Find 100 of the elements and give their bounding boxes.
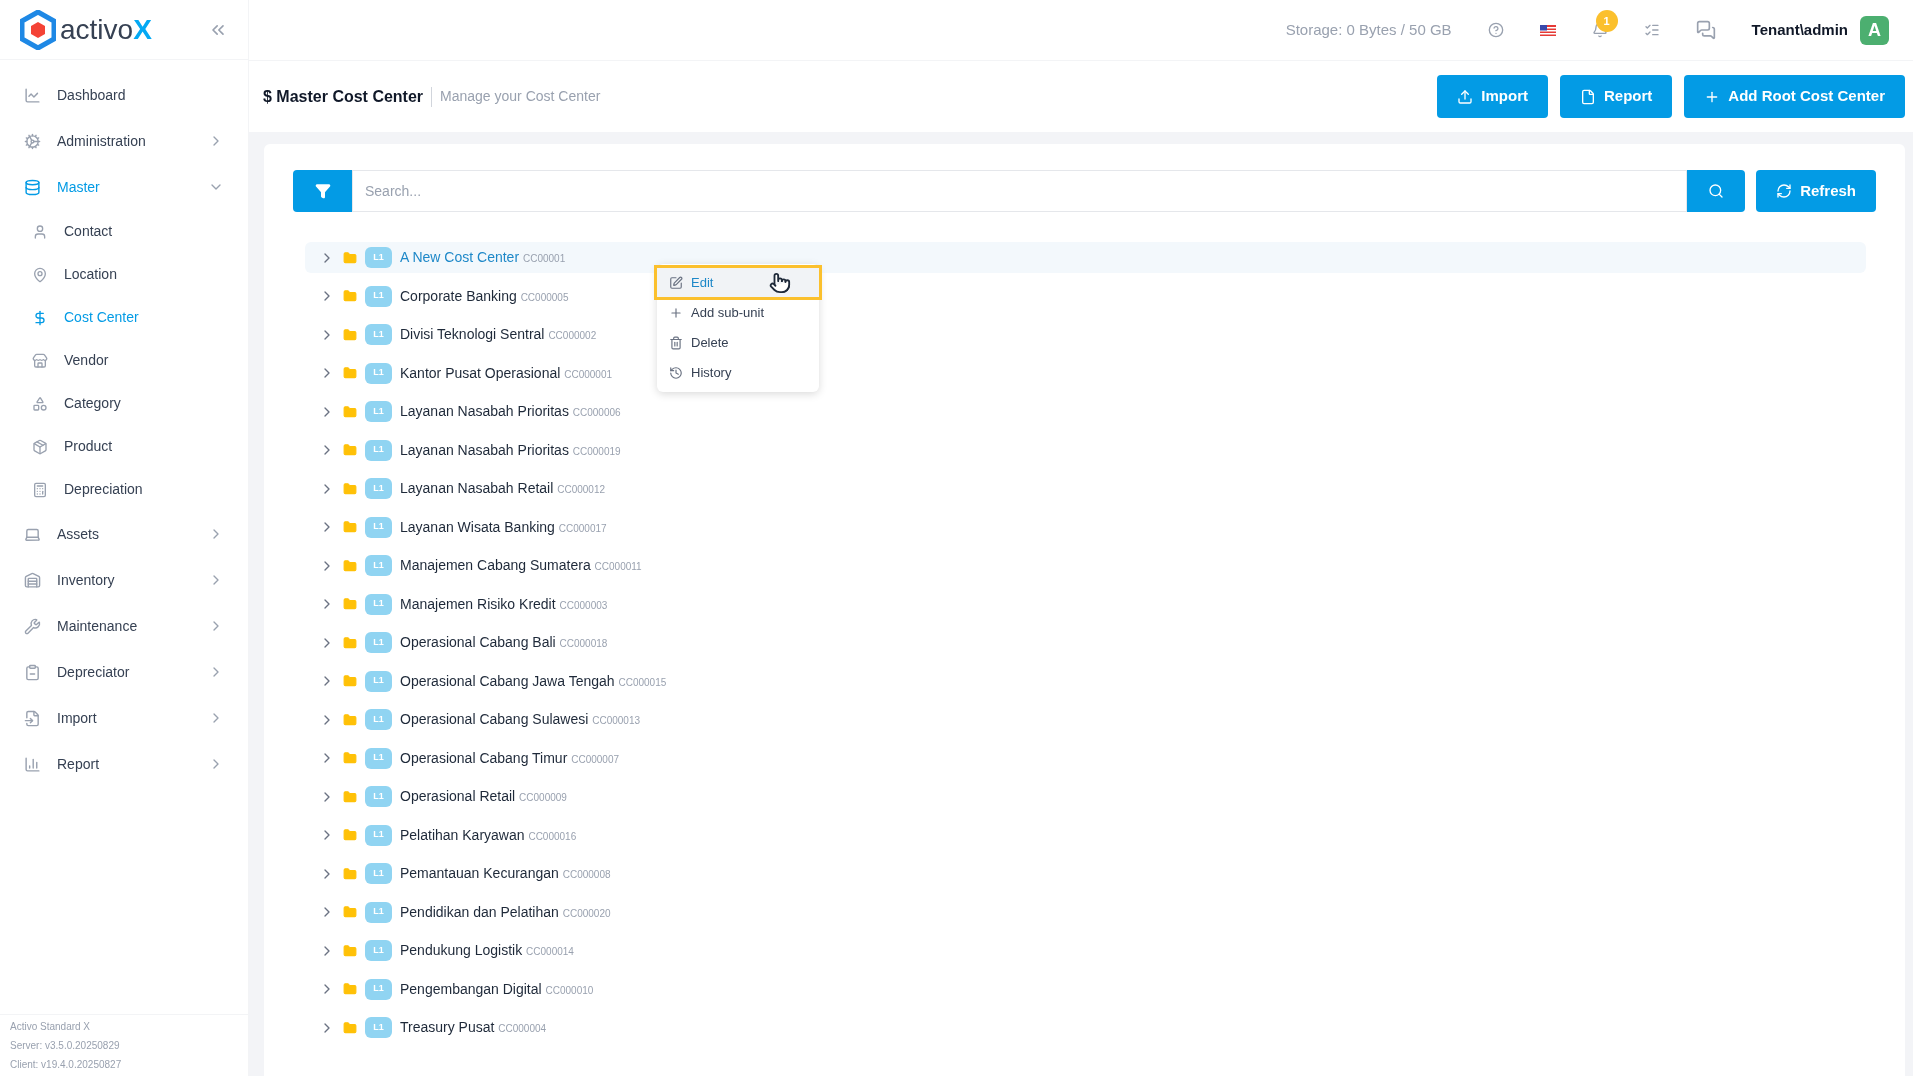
store-icon (32, 352, 48, 369)
tree-label: A New Cost Center CC00001 (400, 248, 566, 267)
tree-label: Layanan Nasabah Prioritas CC000006 (400, 402, 621, 421)
level-badge: L1 (365, 747, 392, 769)
sidebar-subitem[interactable]: Product (0, 425, 248, 468)
tree-label: Corporate Banking CC000005 (400, 286, 569, 306)
tree-label: Operasional Cabang Sulawesi CC000013 (400, 710, 641, 729)
tree-row[interactable]: L1 Pendukung Logistik CC000014 (305, 935, 582, 966)
level-badge: L1 (365, 362, 392, 384)
tree-row[interactable]: L1 Divisi Teknologi Sentral CC000002 (305, 319, 605, 350)
page-subtitle: Manage your Cost Center (440, 87, 601, 106)
chat-icon[interactable] (1695, 20, 1716, 40)
package-icon (32, 438, 48, 455)
tree-row[interactable]: L1 Layanan Nasabah Prioritas CC000006 (305, 396, 629, 427)
tree-row[interactable]: L1 Operasional Cabang Jawa Tengah CC000015 (305, 665, 675, 697)
tree-row[interactable]: L1 Pemantauan Kecurangan CC000008 (305, 858, 619, 889)
tree-row[interactable]: L1 Pelatihan Karyawan CC000016 (305, 819, 585, 851)
folder-icon (343, 366, 357, 380)
level-badge: L1 (365, 786, 392, 807)
tree-row[interactable]: L1 Pendidikan dan Pelatihan CC000020 (305, 896, 619, 928)
sidebar-item[interactable]: Inventory (0, 557, 248, 603)
checklist-icon[interactable] (1643, 22, 1660, 38)
version-text: Server: v3.5.0.20250829 (10, 1039, 121, 1053)
search-field[interactable]: Search... (352, 170, 1688, 212)
wrench-icon (24, 617, 41, 635)
chart-icon (24, 86, 41, 104)
tree-label: Operasional Cabang Jawa Tengah CC000015 (400, 671, 667, 691)
sidebar-item[interactable]: Dashboard (0, 72, 248, 118)
tree-row[interactable]: L1 Layanan Nasabah Retail CC000012 (305, 473, 614, 504)
search-icon (1708, 183, 1725, 199)
tree-row[interactable]: L1 Treasury Pusat CC000004 (305, 1012, 555, 1043)
folder-icon (343, 712, 357, 727)
shapes-icon (32, 395, 48, 412)
level-badge: L1 (365, 978, 392, 1000)
sidebar-subitem[interactable]: Location (0, 253, 248, 296)
sidebar-subitem[interactable]: Vendor (0, 339, 248, 382)
dollar-icon (32, 309, 48, 326)
level-badge: L1 (365, 709, 392, 730)
sidebar-item[interactable]: Assets (0, 511, 248, 557)
flag-icon[interactable] (1539, 24, 1556, 36)
tree-row[interactable]: L1 Manajemen Risiko Kredit CC000003 (305, 588, 616, 620)
calculator-icon (32, 481, 48, 498)
sidebar-item[interactable]: Maintenance (0, 603, 248, 649)
tree-row[interactable]: L1 Operasional Retail CC000009 (305, 781, 575, 812)
tree-label: Pendukung Logistik CC000014 (400, 941, 574, 960)
level-badge: L1 (365, 863, 392, 884)
sidebar-item[interactable]: Report (0, 741, 248, 787)
tree-row[interactable]: L1 Layanan Nasabah Prioritas CC000019 (305, 434, 629, 466)
level-badge: L1 (365, 555, 392, 576)
page-title: $ Master Cost Center (263, 86, 424, 107)
sidebar-item[interactable]: Depreciator (0, 649, 248, 695)
tree-row[interactable]: L1 Operasional Cabang Sulawesi CC000013 (305, 704, 649, 735)
menu-item[interactable]: Delete (657, 328, 819, 357)
folder-icon (343, 635, 357, 650)
logo-icon (20, 9, 56, 50)
filter-button[interactable] (293, 170, 352, 212)
filter-icon (314, 183, 331, 199)
folder-icon (343, 674, 357, 688)
search-button[interactable] (1687, 170, 1746, 212)
level-badge: L1 (365, 439, 392, 461)
plus-icon (669, 305, 683, 320)
warehouse-icon (24, 571, 41, 589)
upload-icon (1457, 88, 1474, 105)
tree-row[interactable]: L1 Layanan Wisata Banking CC000017 (305, 511, 615, 543)
level-badge: L1 (365, 324, 392, 345)
folder-icon (343, 789, 357, 804)
tree-row[interactable]: L1 Operasional Cabang Bali CC000018 (305, 627, 616, 658)
tree-label: Operasional Cabang Timur CC000007 (400, 748, 619, 768)
tree-row[interactable]: L1 Manajemen Cabang Sumatera CC000011 (305, 550, 650, 581)
folder-icon (343, 597, 357, 611)
menu-item[interactable]: History (657, 358, 819, 387)
tree-label: Divisi Teknologi Sentral CC000002 (400, 325, 597, 344)
user-name[interactable]: Tenant\admin (1751, 18, 1848, 42)
level-badge: L1 (365, 632, 392, 653)
menu-item[interactable]: Add sub-unit (657, 298, 819, 327)
file-icon (1580, 88, 1596, 105)
tree-label: Layanan Wisata Banking CC000017 (400, 517, 607, 537)
level-badge: L1 (365, 824, 392, 846)
sidebar-subitem[interactable]: Category (0, 382, 248, 425)
history-icon (669, 365, 683, 380)
gears-icon (24, 132, 41, 150)
tree-row[interactable]: L1 Operasional Cabang Timur CC000007 (305, 742, 627, 774)
tree-label: Treasury Pusat CC000004 (400, 1018, 547, 1037)
folder-icon (343, 905, 357, 919)
sidebar-item[interactable]: Import (0, 695, 248, 741)
folder-icon (343, 520, 357, 534)
tree-row[interactable]: L1 A New Cost Center CC00001 (305, 242, 1866, 273)
tree-row[interactable]: L1 Kantor Pusat Operasional CC000001 (305, 357, 621, 389)
level-badge: L1 (365, 401, 392, 422)
help-icon[interactable] (1487, 22, 1504, 38)
tree-row[interactable]: L1 Pengembangan Digital CC000010 (305, 973, 602, 1005)
tree-row[interactable]: L1 Corporate Banking CC000005 (305, 280, 577, 312)
level-badge: L1 (365, 247, 392, 268)
sidebar-subitem[interactable]: Depreciation (0, 468, 248, 511)
folder-icon (343, 751, 357, 765)
sidebar-item[interactable]: Administration (0, 118, 248, 164)
folder-icon (343, 404, 357, 419)
tree-label: Operasional Retail CC000009 (400, 787, 567, 806)
sidebar-subitem[interactable]: Contact (0, 210, 248, 253)
level-badge: L1 (365, 478, 392, 499)
